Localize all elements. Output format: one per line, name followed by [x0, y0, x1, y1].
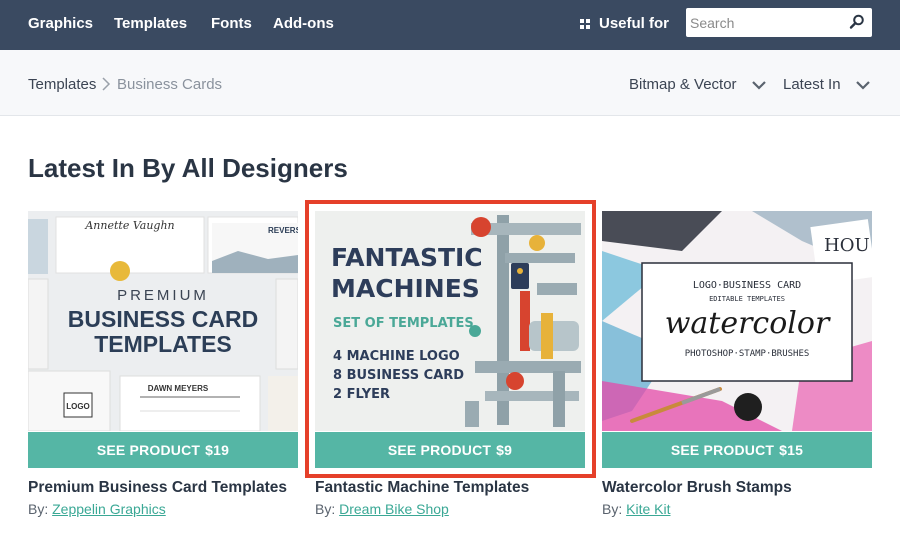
search-box — [686, 8, 872, 37]
author-link[interactable]: Kite Kit — [626, 501, 670, 517]
highlight-frame — [305, 200, 596, 478]
type-filter-label: Bitmap & Vector — [629, 76, 737, 93]
image-card-text: HOU — [824, 235, 870, 256]
card-logo-text: LOGO — [66, 402, 90, 411]
type-filter-dropdown[interactable]: Bitmap & Vector — [629, 76, 767, 93]
image-headline-1: PREMIUM — [117, 287, 209, 304]
sort-label: Latest In — [783, 76, 841, 93]
see-product-label: SEE PRODUCT — [670, 442, 775, 458]
image-headline-4: PHOTOSHOP·STAMP·BRUSHES — [685, 349, 810, 359]
image-headline-2: EDITABLE TEMPLATES — [709, 295, 785, 303]
top-nav: Graphics Templates Fonts Add-ons Useful … — [0, 0, 900, 50]
by-label: By: — [315, 501, 336, 517]
sort-dropdown[interactable]: Latest In — [783, 76, 871, 93]
breadcrumb-templates[interactable]: Templates — [28, 76, 96, 93]
product-price: $15 — [779, 442, 804, 458]
chevron-right-icon — [102, 77, 111, 91]
image-headline-3: TEMPLATES — [94, 331, 232, 357]
nav-fonts[interactable]: Fonts — [211, 15, 252, 32]
product-image-watercolor[interactable]: HOU LOGO·BUSINESS CARD EDITABLE TEMPLATE… — [602, 211, 872, 431]
useful-for-menu[interactable]: Useful for — [580, 15, 669, 32]
by-label: By: — [28, 501, 49, 517]
see-product-button[interactable]: SEE PRODUCT $15 — [602, 432, 872, 468]
card-revers-text: REVERS — [268, 226, 298, 235]
author-link[interactable]: Dream Bike Shop — [339, 501, 449, 517]
product-title[interactable]: Fantastic Machine Templates — [315, 479, 529, 497]
nav-add-ons[interactable]: Add-ons — [273, 15, 334, 32]
search-icon[interactable] — [848, 13, 866, 31]
nav-templates[interactable]: Templates — [114, 15, 187, 32]
see-product-label: SEE PRODUCT — [96, 442, 201, 458]
product-title[interactable]: Watercolor Brush Stamps — [602, 479, 792, 497]
see-product-button[interactable]: SEE PRODUCT $19 — [28, 432, 298, 468]
product-title[interactable]: Premium Business Card Templates — [28, 479, 287, 497]
product-author-line: By: Kite Kit — [602, 501, 670, 517]
filter-bar: Templates Business Cards Bitmap & Vector… — [0, 50, 900, 116]
image-headline-2: BUSINESS CARD — [68, 306, 258, 332]
useful-for-label: Useful for — [599, 15, 670, 32]
product-price: $19 — [205, 442, 230, 458]
nav-graphics[interactable]: Graphics — [28, 15, 93, 32]
image-headline-1: LOGO·BUSINESS CARD — [693, 280, 801, 291]
image-headline-3: watercolor — [665, 306, 831, 341]
page-title: Latest In By All Designers — [28, 153, 348, 183]
by-label: By: — [602, 501, 623, 517]
search-input[interactable] — [686, 8, 846, 37]
product-author-line: By: Dream Bike Shop — [315, 501, 449, 517]
card-script-name: Annette Vaughn — [84, 219, 174, 232]
author-link[interactable]: Zeppelin Graphics — [52, 501, 166, 517]
chevron-down-icon — [855, 80, 870, 90]
chevron-down-icon — [751, 80, 766, 90]
product-author-line: By: Zeppelin Graphics — [28, 501, 166, 517]
card-name-text: DAWN MEYERS — [148, 384, 209, 393]
grid-icon — [580, 18, 590, 29]
breadcrumb-current: Business Cards — [117, 76, 223, 93]
product-image-business-cards[interactable]: Annette Vaughn REVERS PREMIUM BUSINESS C… — [28, 211, 298, 431]
